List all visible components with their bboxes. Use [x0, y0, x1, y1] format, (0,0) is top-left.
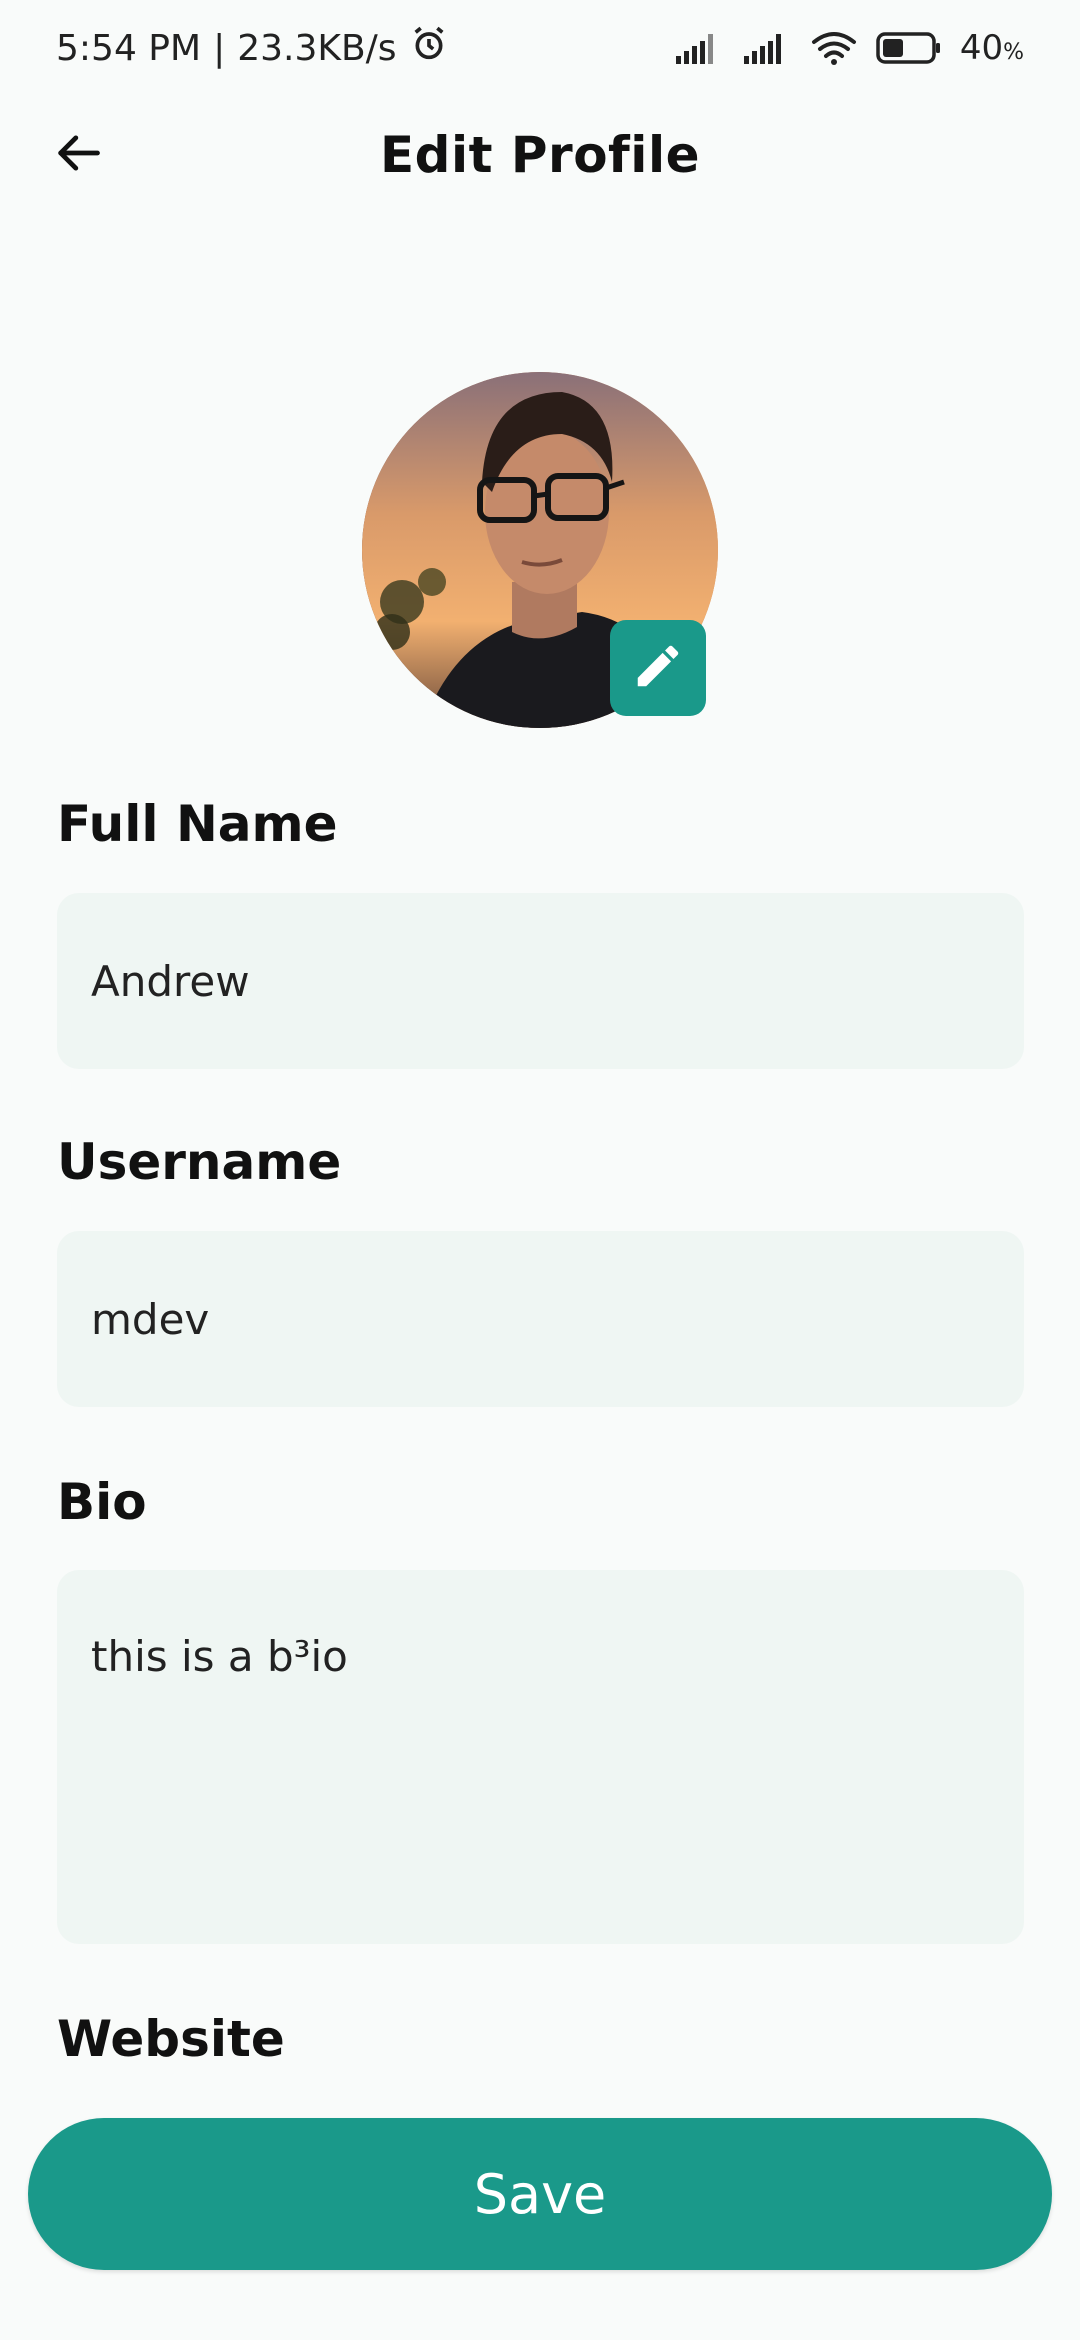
battery-percent-value: 40: [959, 28, 1004, 68]
wifi-icon: [810, 30, 858, 66]
status-left: 5:54 PM | 23.3KB/s: [56, 24, 449, 73]
status-speed: 23.3KB/s: [237, 27, 397, 69]
arrow-left-icon: [52, 127, 104, 183]
full-name-field[interactable]: Andrew: [57, 893, 1024, 1069]
app-bar: Edit Profile: [0, 100, 1080, 210]
username-field[interactable]: mdev: [57, 1231, 1024, 1407]
full-name-label: Full Name: [57, 795, 338, 853]
save-button[interactable]: Save: [28, 2118, 1052, 2270]
alarm-icon: [409, 24, 449, 73]
pencil-icon: [631, 639, 685, 697]
avatar-container: [362, 372, 718, 728]
status-separator: |: [213, 27, 226, 69]
bio-label: Bio: [57, 1473, 147, 1531]
status-right: 40%: [674, 28, 1024, 68]
bio-field[interactable]: this is a b³io: [57, 1570, 1024, 1944]
signal-icon-2: [742, 30, 792, 66]
battery-icon: [876, 31, 942, 65]
edit-photo-button[interactable]: [610, 620, 706, 716]
status-time: 5:54 PM: [56, 27, 202, 69]
battery-percent-unit: %: [1003, 40, 1024, 65]
signal-icon: [674, 30, 724, 66]
back-button[interactable]: [38, 115, 118, 195]
username-label: Username: [57, 1133, 342, 1191]
status-bar: 5:54 PM | 23.3KB/s 40%: [0, 0, 1080, 96]
username-value: mdev: [91, 1294, 210, 1344]
full-name-value: Andrew: [91, 956, 250, 1006]
page-title: Edit Profile: [380, 126, 700, 184]
battery-percent: 40%: [960, 28, 1024, 68]
bio-value: this is a b³io: [91, 1632, 348, 1681]
